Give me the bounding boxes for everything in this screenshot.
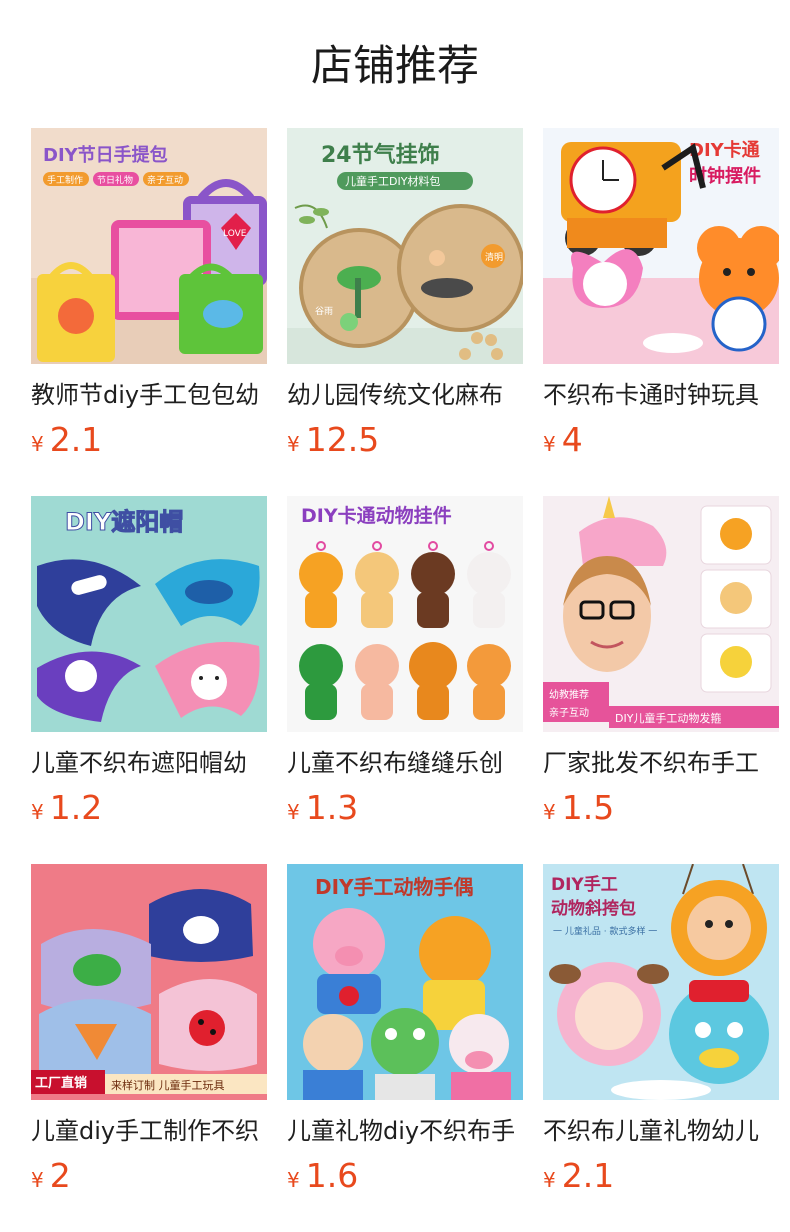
price-value: 2.1 [49, 420, 103, 459]
product-image[interactable]: DIY卡通动物挂件 [287, 496, 523, 732]
product-image[interactable]: DIY手工动物手偶 [287, 864, 523, 1100]
product-name[interactable]: 不织布卡通时钟玩具 [543, 378, 779, 412]
product-image[interactable]: DIY卡通 时钟摆件 [543, 128, 779, 364]
sticker-text: LOVE [223, 229, 247, 239]
product-image[interactable]: DIY节日手提包 手工制作 节日礼物 亲子互动 LOVE [31, 128, 267, 364]
product-image[interactable]: 幼教推荐 亲子互动 DIY儿童手工动物发箍 [543, 496, 779, 732]
product-price: ¥1.3 [287, 788, 523, 834]
product-card[interactable]: 工厂直销 来样订制 儿童手工玩具 儿童diy手工制作不织 ¥2 [31, 864, 267, 1200]
product-name[interactable]: 儿童diy手工制作不织 [31, 1114, 267, 1148]
page-title: 店铺推荐 [310, 41, 479, 90]
product-price: ¥12.5 [287, 420, 523, 466]
product-price: ¥2.1 [31, 420, 267, 466]
product-card[interactable]: DIY手工 动物斜挎包 一 儿童礼品 · 款式多样 一 不织布儿童礼物幼儿 ¥ … [543, 864, 779, 1200]
banner-subhead: DIY儿童手工动物发箍 [615, 711, 721, 725]
tag-text: 亲子互动 [549, 706, 589, 719]
product-card[interactable]: DIY手工动物手偶 儿童礼物diy不织布手 ¥ 1.6 [287, 864, 523, 1200]
tag-text: 手工制作 [47, 174, 83, 186]
price-value: 1.3 [305, 788, 359, 827]
currency-symbol: ¥ [543, 432, 556, 456]
store-recommendations-page: 店铺推荐 DIY节日手提包 手工制作 节日礼物 亲子互动 LOVE 教师节diy… [0, 0, 790, 1232]
tag-text: 一 儿童礼品 · 款式多样 一 [553, 925, 657, 937]
tag-text: 幼教推荐 [549, 688, 589, 701]
product-name[interactable]: 儿童礼物diy不织布手 [287, 1114, 523, 1148]
price-value: 12.5 [305, 420, 380, 459]
product-card[interactable]: 幼教推荐 亲子互动 DIY儿童手工动物发箍 厂家批发不织布手工 ¥1.5 [543, 496, 779, 832]
price-value: 1.6 [305, 1156, 359, 1195]
tag-text: 亲子互动 [147, 174, 183, 186]
tag-text: 节日礼物 [97, 174, 133, 186]
banner-subhead: 来样订制 儿童手工玩具 [111, 1078, 225, 1092]
currency-symbol: ¥ [287, 800, 300, 824]
banner-headline: DIY手工动物手偶 [315, 875, 474, 899]
product-name[interactable]: 幼儿园传统文化麻布 [287, 378, 523, 412]
currency-symbol: ¥ [31, 432, 44, 456]
currency-symbol: ¥ [543, 800, 556, 824]
banner-headline: DIY手工 [551, 874, 618, 895]
currency-symbol: ¥ [543, 1168, 556, 1192]
product-card[interactable]: 24节气挂饰 儿童手工DIY材料包 谷雨 清明 幼儿园传统文化麻布 ¥ 12.5 [287, 128, 523, 464]
tag-text: 谷雨 [315, 306, 333, 317]
product-card[interactable]: DIY节日手提包 手工制作 节日礼物 亲子互动 LOVE 教师节diy手工包包幼… [31, 128, 267, 464]
banner-headline: 24节气挂饰 [321, 142, 440, 168]
product-name[interactable]: 儿童不织布缝缝乐创 [287, 746, 523, 780]
product-grid: DIY节日手提包 手工制作 节日礼物 亲子互动 LOVE 教师节diy手工包包幼… [31, 128, 779, 1200]
product-card[interactable]: DIY卡通 时钟摆件 不织布卡通时钟玩具 ¥ 4 [543, 128, 779, 464]
currency-symbol: ¥ [31, 1168, 44, 1192]
product-image[interactable]: DIY手工 动物斜挎包 一 儿童礼品 · 款式多样 一 [543, 864, 779, 1100]
banner-subhead: 儿童手工DIY材料包 [345, 174, 440, 188]
price-value: 4 [561, 420, 583, 459]
price-value: 2.1 [561, 1156, 615, 1195]
banner-headline: DIY卡通 [689, 139, 760, 161]
product-card[interactable]: DIY遮阳帽 儿童不织布遮阳帽幼 ¥1.2 [31, 496, 267, 832]
currency-symbol: ¥ [287, 1168, 300, 1192]
tag-text: 工厂直销 [35, 1075, 87, 1091]
price-value: 1.2 [49, 788, 103, 827]
banner-headline: DIY卡通动物挂件 [301, 504, 452, 527]
product-name[interactable]: 厂家批发不织布手工 [543, 746, 779, 780]
product-price: ¥2 [31, 1156, 267, 1202]
banner-headline: DIY遮阳帽 [65, 508, 183, 536]
product-price: ¥1.2 [31, 788, 267, 834]
banner-headline: DIY节日手提包 [43, 144, 168, 166]
product-image[interactable]: 24节气挂饰 儿童手工DIY材料包 谷雨 清明 [287, 128, 523, 364]
currency-symbol: ¥ [287, 432, 300, 456]
product-image[interactable]: 工厂直销 来样订制 儿童手工玩具 [31, 864, 267, 1100]
product-price: ¥1.5 [543, 788, 779, 834]
product-card[interactable]: DIY卡通动物挂件 儿童不织布缝缝乐创 ¥ 1.3 [287, 496, 523, 832]
banner-subhead: 动物斜挎包 [551, 898, 636, 919]
price-value: 2 [49, 1156, 71, 1195]
product-image[interactable]: DIY遮阳帽 [31, 496, 267, 732]
product-price: ¥2.1 [543, 1156, 779, 1202]
currency-symbol: ¥ [31, 800, 44, 824]
product-name[interactable]: 不织布儿童礼物幼儿 [543, 1114, 779, 1148]
product-name[interactable]: 教师节diy手工包包幼 [31, 378, 267, 412]
product-price: ¥1.6 [287, 1156, 523, 1202]
tag-text: 清明 [485, 251, 503, 263]
price-value: 1.5 [561, 788, 615, 827]
product-price: ¥4 [543, 420, 779, 466]
product-name[interactable]: 儿童不织布遮阳帽幼 [31, 746, 267, 780]
